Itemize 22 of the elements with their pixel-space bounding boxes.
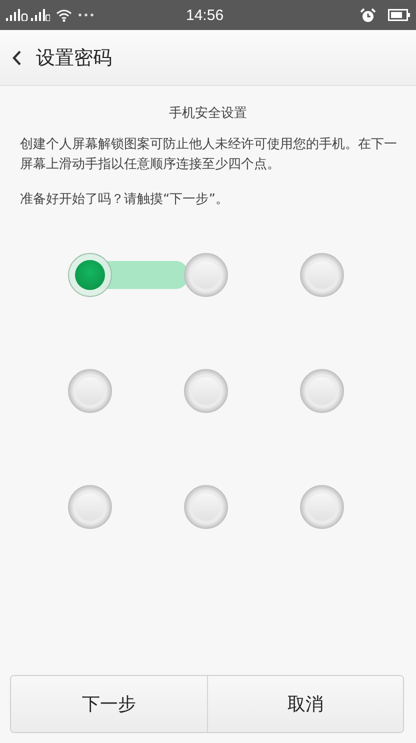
wifi-icon	[56, 8, 72, 22]
pattern-dot[interactable]	[68, 253, 112, 297]
prompt-text: 准备好开始了吗？请触摸“下一步”。	[20, 191, 230, 208]
action-button[interactable]: 下一步	[11, 676, 206, 732]
signal-icon	[6, 9, 50, 21]
pattern-dot[interactable]	[184, 485, 228, 529]
pattern-dot[interactable]	[68, 369, 112, 413]
battery-icon	[388, 9, 410, 21]
action-button[interactable]: 取消	[206, 676, 403, 732]
description-text: 创建个人屏幕解锁图案可防止他人未经许可使用您的手机。在下一屏幕上滑动手指以任意顺序连接至少四个点。	[20, 136, 398, 174]
pattern-dot[interactable]	[184, 369, 228, 413]
page-title: 设置密码	[36, 46, 112, 70]
pattern-dot[interactable]	[184, 253, 228, 297]
section-heading: 手机安全设置	[168, 105, 248, 122]
pattern-dot[interactable]	[300, 485, 344, 529]
pattern-dot[interactable]	[300, 253, 344, 297]
pattern-dot[interactable]	[68, 485, 112, 529]
alarm-icon	[360, 8, 376, 22]
more-icon	[78, 13, 94, 17]
status-time: 14:56	[186, 6, 224, 24]
back-icon[interactable]	[12, 50, 22, 66]
pattern-dot[interactable]	[300, 369, 344, 413]
